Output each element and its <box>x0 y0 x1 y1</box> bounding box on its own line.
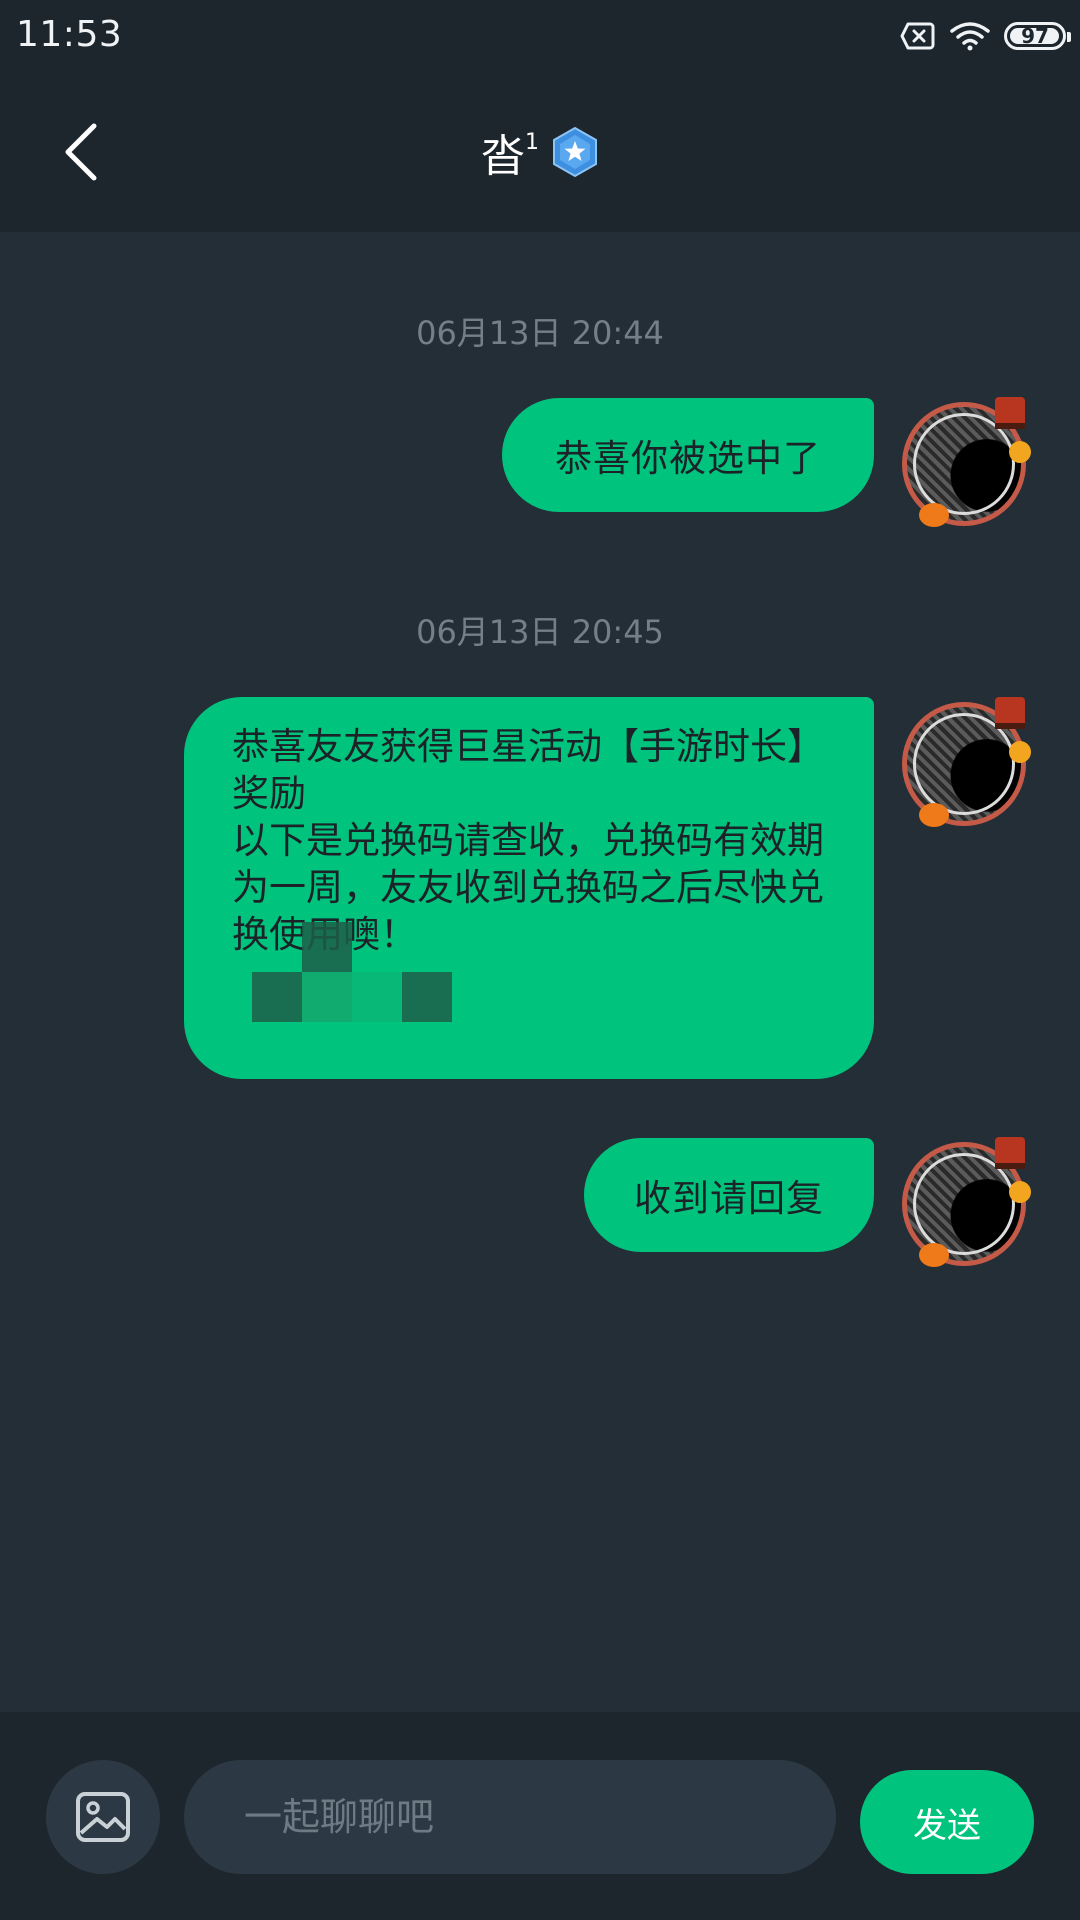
send-button[interactable]: 发送 <box>860 1770 1034 1874</box>
message-bubble[interactable]: 恭喜你被选中了 <box>502 398 874 512</box>
message-bubble[interactable]: 恭喜友友获得巨星活动【手游时长】奖励 以下是兑换码请查收，兑换码有效期为一周，友… <box>184 697 874 1079</box>
message-bubble[interactable]: 收到请回复 <box>584 1138 874 1252</box>
image-button[interactable] <box>46 1760 160 1874</box>
message-timestamp: 06月13日 20:44 <box>416 314 664 352</box>
avatar[interactable] <box>902 697 1031 827</box>
avatar[interactable] <box>902 1137 1031 1267</box>
wifi-icon <box>950 22 990 51</box>
status-icons: 97 <box>900 18 1071 54</box>
message-timestamp: 06月13日 20:45 <box>416 613 664 651</box>
page-title: 沓1 <box>481 120 539 184</box>
title-group: 沓1 <box>0 120 1080 184</box>
chat-header: 沓1 <box>0 72 1080 232</box>
image-icon <box>76 1792 130 1842</box>
battery-level: 97 <box>1021 24 1049 48</box>
title-superscript: 1 <box>525 130 539 155</box>
contact-name: 沓 <box>481 131 525 182</box>
message-composer: 发送 <box>0 1712 1080 1920</box>
battery-icon: 97 <box>1004 22 1071 50</box>
redacted-code <box>232 922 826 1072</box>
message-input[interactable] <box>184 1760 836 1874</box>
avatar[interactable] <box>902 397 1031 527</box>
star-badge-icon <box>553 126 597 178</box>
sim-error-icon <box>900 22 935 50</box>
status-time: 11:53 <box>16 14 123 55</box>
status-bar: 11:53 97 <box>0 0 1080 72</box>
